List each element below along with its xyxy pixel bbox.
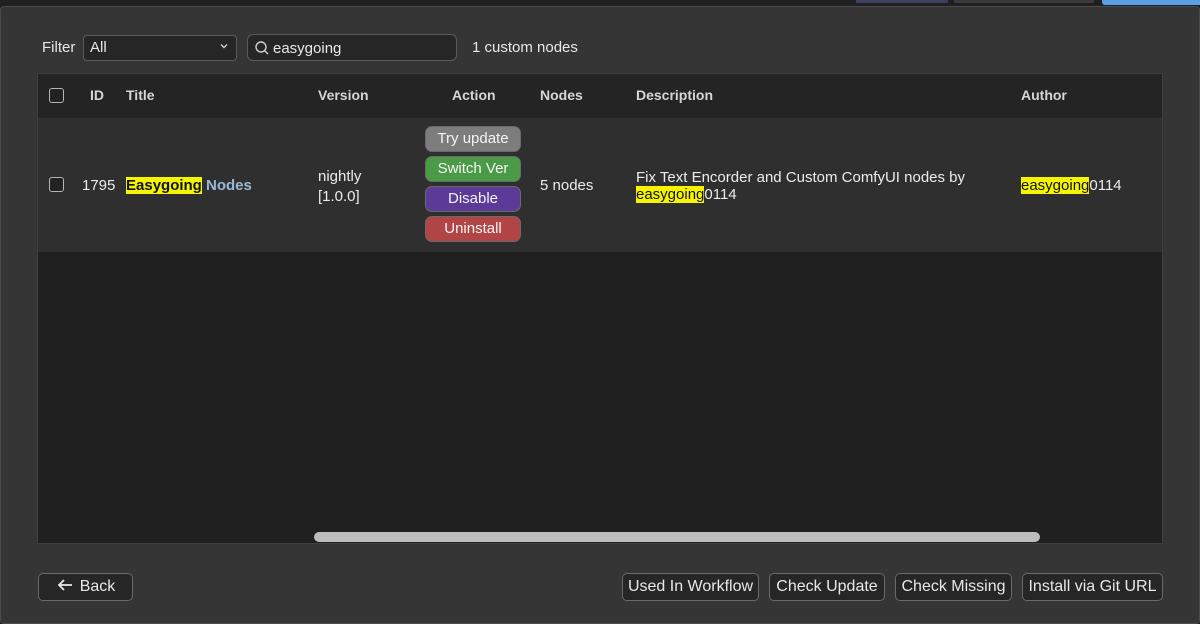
row-id: 1795 <box>82 177 116 194</box>
check-update-button[interactable]: Check Update <box>769 573 885 601</box>
column-header-author[interactable]: Author <box>1021 87 1067 103</box>
search-input[interactable] <box>273 38 451 58</box>
row-nodes-count[interactable]: 5 nodes <box>540 177 593 194</box>
title-rest: Nodes <box>201 177 252 194</box>
row-author[interactable]: easygoing0114 <box>1021 177 1122 194</box>
search-icon <box>255 41 269 55</box>
disable-button[interactable]: Disable <box>425 186 521 212</box>
chevron-down-icon <box>220 44 228 49</box>
row-version: nightly [1.0.0] <box>318 167 361 207</box>
back-label: Back <box>79 578 116 595</box>
horizontal-scrollbar-thumb[interactable] <box>314 532 1040 542</box>
row-description: Fix Text Encorder and Custom ComfyUI nod… <box>636 169 1006 203</box>
version-number: [1.0.0] <box>318 188 360 205</box>
title-highlight: Easygoing <box>126 177 202 194</box>
search-box[interactable] <box>247 34 457 61</box>
install-via-git-url-button[interactable]: Install via Git URL <box>1022 573 1163 601</box>
filter-selected-value: All <box>90 39 107 56</box>
table-header: ID Title Version Action Nodes Descriptio… <box>38 74 1162 118</box>
row-select-checkbox[interactable] <box>49 177 64 192</box>
filter-dropdown[interactable]: All <box>83 35 237 61</box>
version-channel: nightly <box>318 168 362 185</box>
switch-version-button[interactable]: Switch Ver <box>425 156 521 182</box>
result-count: 1 custom nodes <box>472 39 578 56</box>
top-tab-indicator <box>954 0 1094 3</box>
description-rest: 0114 <box>704 186 737 203</box>
used-in-workflow-button[interactable]: Used In Workflow <box>622 573 759 601</box>
description-text: Fix Text Encorder and Custom ComfyUI nod… <box>636 169 966 186</box>
description-highlight: easygoing <box>636 186 705 203</box>
select-all-checkbox[interactable] <box>49 88 64 103</box>
column-header-nodes[interactable]: Nodes <box>540 87 583 103</box>
check-missing-button[interactable]: Check Missing <box>895 573 1012 601</box>
author-highlight: easygoing <box>1021 177 1090 194</box>
row-title-link[interactable]: Easygoing Nodes <box>126 177 252 194</box>
custom-nodes-table: ID Title Version Action Nodes Descriptio… <box>37 73 1163 544</box>
arrow-left-icon <box>57 579 72 591</box>
top-tab-indicator <box>856 0 948 3</box>
uninstall-button[interactable]: Uninstall <box>425 216 521 242</box>
column-header-id[interactable]: ID <box>90 87 104 103</box>
filter-label: Filter <box>42 39 76 56</box>
column-header-title[interactable]: Title <box>126 87 155 103</box>
author-rest: 0114 <box>1089 177 1122 194</box>
column-header-description[interactable]: Description <box>636 87 713 103</box>
column-header-version[interactable]: Version <box>318 87 369 103</box>
try-update-button[interactable]: Try update <box>425 126 521 152</box>
table-row: 1795 Easygoing Nodes nightly [1.0.0] Try… <box>38 118 1162 252</box>
top-tab-indicator-active <box>1102 0 1200 5</box>
column-header-action[interactable]: Action <box>452 87 496 103</box>
back-button[interactable]: Back <box>38 573 133 601</box>
